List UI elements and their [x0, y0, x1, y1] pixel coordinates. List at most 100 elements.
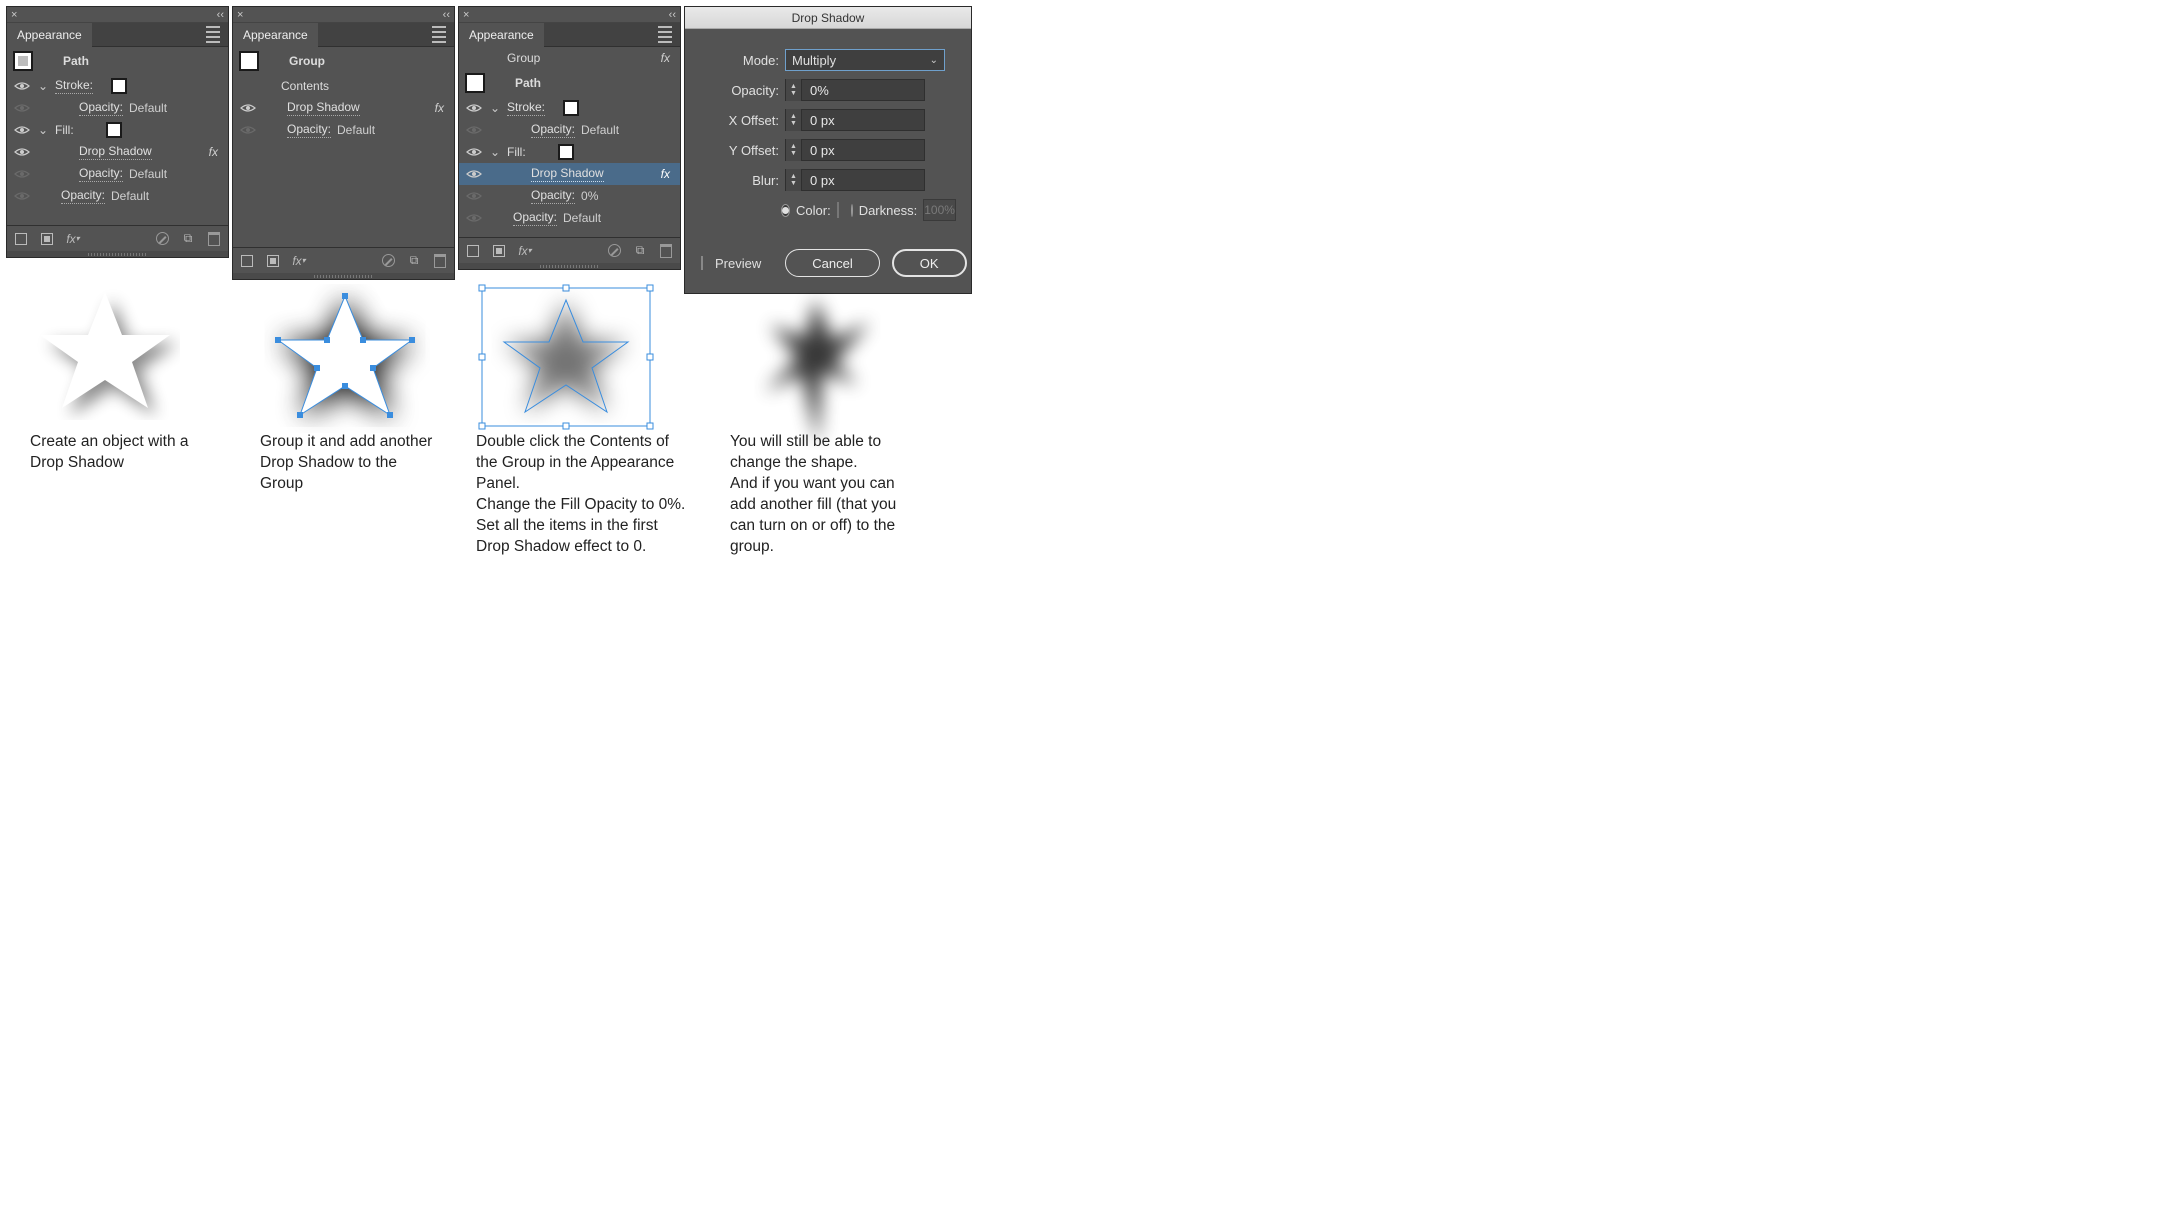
mode-dropdown[interactable]: Multiply ⌄ — [785, 49, 945, 71]
cancel-button[interactable]: Cancel — [785, 249, 879, 277]
stroke-opacity-row[interactable]: Opacity: Default — [7, 97, 228, 119]
visibility-icon[interactable] — [13, 165, 31, 183]
object-header-row[interactable]: Path — [7, 47, 228, 75]
visibility-icon[interactable] — [465, 209, 483, 227]
fill-row[interactable]: ⌄ Fill: — [7, 119, 228, 141]
fx-icon[interactable]: fx — [435, 101, 448, 115]
fx-icon[interactable]: fx — [661, 51, 674, 65]
object-opacity-row[interactable]: Opacity: Default — [233, 119, 454, 141]
collapse-icon[interactable]: ‹‹ — [217, 9, 224, 21]
close-icon[interactable]: × — [237, 9, 243, 21]
trash-icon[interactable] — [206, 231, 222, 247]
visibility-icon[interactable] — [465, 99, 483, 117]
expand-icon[interactable]: ⌄ — [489, 101, 501, 115]
fill-icon[interactable] — [491, 243, 507, 259]
no-fill-icon[interactable] — [465, 243, 481, 259]
visibility-icon[interactable] — [13, 143, 31, 161]
trash-icon[interactable] — [658, 243, 674, 259]
visibility-icon[interactable] — [13, 77, 31, 95]
color-radio[interactable] — [781, 204, 790, 217]
fill-swatch-white[interactable] — [558, 144, 574, 160]
x-offset-spinner[interactable]: ▲▼ 0 px — [785, 109, 925, 131]
duplicate-icon[interactable]: ⧉ — [180, 231, 196, 247]
panel-menu-icon[interactable] — [654, 26, 676, 44]
duplicate-icon[interactable]: ⧉ — [406, 253, 422, 269]
stroke-swatch-none[interactable] — [563, 100, 579, 116]
stroke-swatch-none[interactable] — [111, 78, 127, 94]
panel-menu-icon[interactable] — [202, 26, 224, 44]
effect-label[interactable]: Drop Shadow — [531, 166, 604, 182]
stroke-opacity-row[interactable]: Opacity: Default — [459, 119, 680, 141]
stepper-icon[interactable]: ▲▼ — [786, 169, 802, 191]
effect-label[interactable]: Drop Shadow — [287, 100, 360, 116]
expand-icon[interactable]: ⌄ — [37, 123, 49, 137]
visibility-icon[interactable] — [239, 121, 257, 139]
fx-menu-icon[interactable]: fx▾ — [65, 231, 81, 247]
color-swatch[interactable] — [837, 202, 839, 218]
collapse-icon[interactable]: ‹‹ — [669, 9, 676, 21]
fx-icon[interactable]: fx — [661, 167, 674, 181]
stroke-label[interactable]: Stroke: — [55, 78, 93, 94]
fill-icon[interactable] — [39, 231, 55, 247]
opacity-label[interactable]: Opacity: — [531, 122, 575, 138]
clear-icon[interactable] — [606, 243, 622, 259]
stroke-label[interactable]: Stroke: — [507, 100, 545, 116]
opacity-spinner[interactable]: ▲▼ 0% — [785, 79, 925, 101]
visibility-icon[interactable] — [465, 121, 483, 139]
opacity-label[interactable]: Opacity: — [79, 100, 123, 116]
resize-gripper[interactable] — [7, 251, 228, 257]
expand-icon[interactable]: ⌄ — [489, 145, 501, 159]
opacity-label[interactable]: Opacity: — [531, 188, 575, 204]
drop-shadow-row[interactable]: Drop Shadow fx — [459, 163, 680, 185]
drop-shadow-row[interactable]: Drop Shadow fx — [233, 97, 454, 119]
close-icon[interactable]: × — [463, 9, 469, 21]
contents-row[interactable]: Contents — [233, 75, 454, 97]
effect-label[interactable]: Drop Shadow — [79, 144, 152, 160]
opacity-label[interactable]: Opacity: — [79, 166, 123, 182]
opacity-label[interactable]: Opacity: — [61, 188, 105, 204]
object-opacity-row[interactable]: Opacity: Default — [459, 207, 680, 229]
resize-gripper[interactable] — [233, 273, 454, 279]
tab-appearance[interactable]: Appearance — [233, 23, 318, 47]
path-header-row[interactable]: Path — [459, 69, 680, 97]
resize-gripper[interactable] — [459, 263, 680, 269]
stepper-icon[interactable]: ▲▼ — [786, 79, 802, 101]
stroke-row[interactable]: ⌄ Stroke: — [459, 97, 680, 119]
duplicate-icon[interactable]: ⧉ — [632, 243, 648, 259]
visibility-icon[interactable] — [13, 187, 31, 205]
blur-spinner[interactable]: ▲▼ 0 px — [785, 169, 925, 191]
panel-menu-icon[interactable] — [428, 26, 450, 44]
trash-icon[interactable] — [432, 253, 448, 269]
fill-opacity-row[interactable]: Opacity: Default — [7, 163, 228, 185]
ok-button[interactable]: OK — [892, 249, 967, 277]
y-offset-spinner[interactable]: ▲▼ 0 px — [785, 139, 925, 161]
opacity-label[interactable]: Opacity: — [287, 122, 331, 138]
darkness-radio[interactable] — [851, 204, 853, 217]
no-fill-icon[interactable] — [239, 253, 255, 269]
fill-row[interactable]: ⌄ Fill: — [459, 141, 680, 163]
visibility-icon[interactable] — [465, 165, 483, 183]
visibility-icon[interactable] — [465, 143, 483, 161]
expand-icon[interactable]: ⌄ — [37, 79, 49, 93]
visibility-icon[interactable] — [13, 121, 31, 139]
tab-appearance[interactable]: Appearance — [459, 23, 544, 47]
stroke-row[interactable]: ⌄ Stroke: — [7, 75, 228, 97]
close-icon[interactable]: × — [11, 9, 17, 21]
fx-menu-icon[interactable]: fx▾ — [291, 253, 307, 269]
visibility-icon[interactable] — [13, 99, 31, 117]
tab-appearance[interactable]: Appearance — [7, 23, 92, 47]
object-opacity-row[interactable]: Opacity: Default — [7, 185, 228, 207]
stepper-icon[interactable]: ▲▼ — [786, 109, 802, 131]
collapse-icon[interactable]: ‹‹ — [443, 9, 450, 21]
visibility-icon[interactable] — [239, 99, 257, 117]
fill-icon[interactable] — [265, 253, 281, 269]
clear-icon[interactable] — [154, 231, 170, 247]
fill-opacity-row[interactable]: Opacity: 0% — [459, 185, 680, 207]
clear-icon[interactable] — [380, 253, 396, 269]
stepper-icon[interactable]: ▲▼ — [786, 139, 802, 161]
drop-shadow-row[interactable]: Drop Shadow fx — [7, 141, 228, 163]
fill-swatch-white[interactable] — [106, 122, 122, 138]
opacity-label[interactable]: Opacity: — [513, 210, 557, 226]
group-header-row[interactable]: Group fx — [459, 47, 680, 69]
object-header-row[interactable]: Group — [233, 47, 454, 75]
